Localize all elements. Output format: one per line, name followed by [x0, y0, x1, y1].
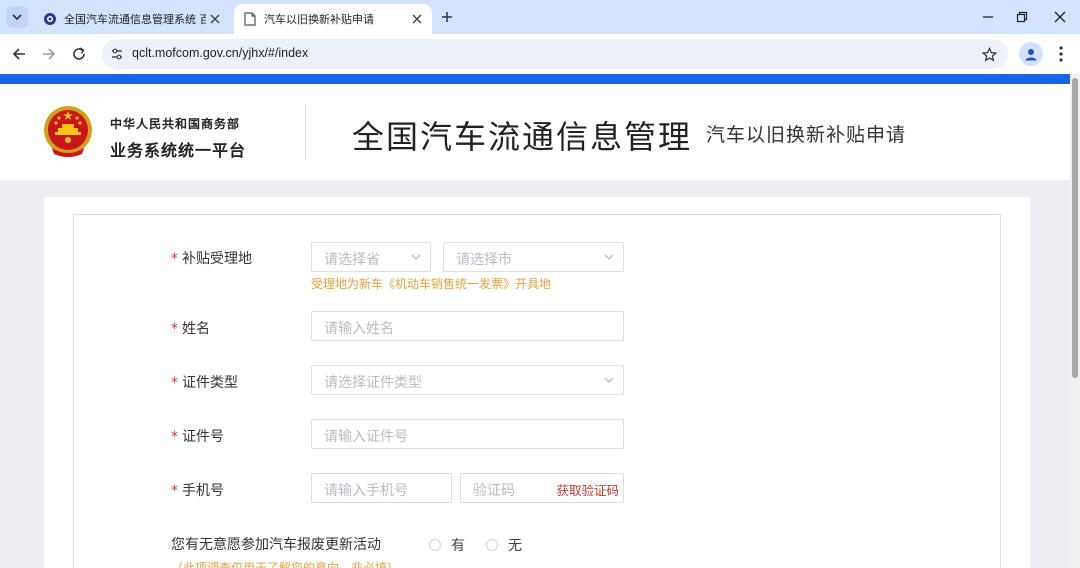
- radio-circle[interactable]: [429, 539, 441, 551]
- phone-input[interactable]: 请输入手机号: [311, 473, 452, 503]
- browser-menu-button[interactable]: [1051, 43, 1071, 65]
- code-placeholder: 验证码: [473, 483, 515, 499]
- bookmark-star-icon[interactable]: [980, 45, 998, 63]
- province-placeholder: 请选择省: [324, 252, 380, 268]
- address-bar[interactable]: qclt.mofcom.gov.cn/yjhx/#/index: [102, 39, 1008, 69]
- close-icon: [1054, 11, 1066, 23]
- document-favicon-icon: [242, 11, 258, 27]
- chevron-down-icon: [604, 377, 614, 383]
- required-mark: *: [171, 483, 178, 499]
- forward-button[interactable]: [38, 43, 60, 65]
- back-button[interactable]: [8, 43, 30, 65]
- location-label: * 补贴受理地: [171, 251, 252, 267]
- required-mark: *: [171, 321, 178, 337]
- chevron-down-icon: [12, 14, 22, 21]
- browser-tab-strip: 全国汽车流通信息管理系统 百度 汽车以旧换新补贴申请: [0, 0, 1080, 34]
- phone-placeholder: 请输入手机号: [324, 483, 408, 499]
- reload-icon: [73, 47, 85, 60]
- restore-button[interactable]: [1010, 6, 1034, 28]
- province-select[interactable]: 请选择省: [311, 242, 431, 272]
- page-subtitle: 汽车以旧换新补贴申请: [706, 124, 907, 146]
- get-code-button[interactable]: 获取验证码: [556, 480, 619, 499]
- url-text: qclt.mofcom.gov.cn/yjhx/#/index: [132, 46, 309, 60]
- profile-avatar[interactable]: [1019, 42, 1043, 66]
- radio-option-yes[interactable]: 有: [429, 535, 465, 555]
- required-mark: *: [171, 429, 178, 445]
- plus-icon: [442, 12, 452, 22]
- page-scrollbar[interactable]: [1070, 74, 1080, 568]
- name-input[interactable]: 请输入姓名: [311, 311, 624, 341]
- radio-label-no: 无: [508, 538, 522, 554]
- person-icon: [1025, 49, 1037, 61]
- scrap-question-note: （此项调查仅用于了解您的意向，非必填）: [171, 561, 400, 568]
- required-mark: *: [171, 375, 178, 391]
- form-panel: * 补贴受理地 请选择省 请选择市 受理地为新车《机动车销售统一发票》开具地 * 姓…: [73, 214, 1001, 568]
- id-number-input[interactable]: 请输入证件号: [311, 419, 624, 449]
- restore-icon: [1016, 11, 1028, 23]
- name-label: * 姓名: [171, 321, 210, 337]
- form-card: * 补贴受理地 请选择省 请选择市 受理地为新车《机动车销售统一发票》开具地 * 姓…: [44, 197, 1030, 568]
- radio-option-no[interactable]: 无: [486, 535, 522, 555]
- close-window-button[interactable]: [1048, 6, 1072, 28]
- city-placeholder: 请选择市: [456, 252, 512, 268]
- id-type-placeholder: 请选择证件类型: [324, 375, 422, 391]
- site-header: 中华人民共和国商务部 业务系统统一平台 全国汽车流通信息管理 汽车以旧换新补贴申…: [0, 84, 1070, 180]
- site-info-icon[interactable]: [108, 45, 126, 63]
- reload-button[interactable]: [68, 43, 90, 65]
- radio-circle[interactable]: [486, 539, 498, 551]
- org-name-line2: 业务系统统一平台: [110, 141, 247, 160]
- id-type-label: * 证件类型: [171, 375, 238, 391]
- tab-title: 全国汽车流通信息管理系统 百度: [64, 13, 206, 26]
- tab-gov-system[interactable]: 全国汽车流通信息管理系统 百度: [34, 4, 230, 34]
- scrollbar-thumb[interactable]: [1072, 78, 1078, 378]
- minimize-button[interactable]: [976, 6, 1000, 28]
- tab-search-button[interactable]: [6, 6, 28, 28]
- page-viewport: 中华人民共和国商务部 业务系统统一平台 全国汽车流通信息管理 汽车以旧换新补贴申…: [0, 74, 1070, 568]
- location-hint: 受理地为新车《机动车销售统一发票》开具地: [311, 277, 552, 291]
- id-number-placeholder: 请输入证件号: [324, 429, 408, 445]
- gov-emblem-favicon-icon: [42, 11, 58, 27]
- minimize-icon: [983, 16, 993, 18]
- header-divider: [305, 104, 306, 160]
- radio-label-yes: 有: [451, 538, 465, 554]
- phone-label: * 手机号: [171, 483, 224, 499]
- chevron-down-icon: [604, 254, 614, 260]
- verification-code-input[interactable]: 验证码 获取验证码: [460, 473, 624, 503]
- more-vertical-icon: [1059, 46, 1063, 62]
- tab-subsidy-application[interactable]: 汽车以旧换新补贴申请: [234, 4, 432, 34]
- tab-title: 汽车以旧换新补贴申请: [264, 13, 374, 26]
- page-title: 全国汽车流通信息管理: [352, 118, 693, 156]
- id-number-label: * 证件号: [171, 429, 224, 445]
- arrow-left-icon: [12, 48, 25, 60]
- close-icon[interactable]: [408, 10, 426, 28]
- national-emblem-icon: [44, 106, 92, 157]
- arrow-right-icon: [43, 48, 56, 60]
- browser-toolbar: qclt.mofcom.gov.cn/yjhx/#/index: [0, 34, 1080, 74]
- scrap-question-label: 您有无意愿参加汽车报废更新活动: [171, 537, 381, 553]
- name-placeholder: 请输入姓名: [324, 321, 394, 337]
- new-tab-button[interactable]: [438, 8, 456, 26]
- city-select[interactable]: 请选择市: [443, 242, 624, 272]
- chevron-down-icon: [411, 254, 421, 260]
- close-icon[interactable]: [206, 10, 224, 28]
- id-type-select[interactable]: 请选择证件类型: [311, 365, 624, 395]
- org-name-line1: 中华人民共和国商务部: [110, 117, 241, 131]
- required-mark: *: [171, 251, 178, 267]
- top-accent-bar: [0, 74, 1070, 84]
